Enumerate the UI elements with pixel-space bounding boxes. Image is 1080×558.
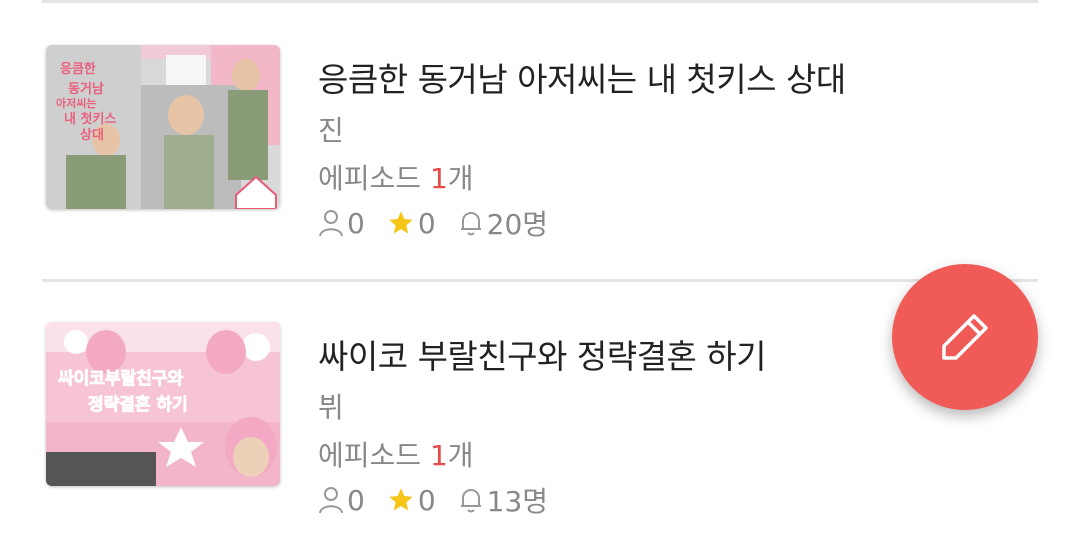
- pencil-icon: [942, 314, 988, 360]
- subscriber-count: 13명: [486, 485, 549, 518]
- subscriber-stat: 20명: [458, 203, 548, 243]
- list-item[interactable]: 응큼한 동거남 아저씨는 내 첫키스 상대 응큼한 동거남 아저씨는 내 첫키스…: [0, 3, 1080, 243]
- cover-text: 응큼한: [60, 61, 96, 77]
- reader-count: 0: [347, 483, 365, 517]
- story-stats: 0 0 13명: [318, 480, 570, 520]
- cover-text: 정략결혼 하기: [88, 394, 188, 415]
- episode-count: 에피소드 1개: [318, 434, 474, 474]
- person-icon: [319, 487, 343, 514]
- author-name: 뷔: [318, 391, 344, 424]
- episode-number: 1: [429, 162, 448, 195]
- reader-count: 0: [347, 206, 365, 240]
- write-fab-button[interactable]: [892, 264, 1038, 410]
- episode-count: 에피소드 1개: [318, 157, 474, 197]
- episode-label: 에피소드: [318, 439, 430, 472]
- reader-stat: 0: [318, 207, 365, 240]
- star-count: 0: [417, 483, 436, 517]
- story-title[interactable]: 응큼한 동거남 아저씨는 내 첫키스 상대: [318, 53, 846, 101]
- episode-number: 1: [429, 439, 448, 472]
- star-stat: 0: [387, 207, 436, 240]
- cover-text: 싸이코부랄친구와: [58, 369, 183, 389]
- story-stats: 0 0 20명: [318, 203, 570, 243]
- subscriber-count: 20명: [486, 208, 549, 241]
- author-name: 진: [318, 114, 344, 147]
- bell-icon: [460, 488, 481, 513]
- bell-icon: [460, 211, 481, 236]
- star-stat: 0: [387, 484, 436, 517]
- reader-stat: 0: [318, 484, 365, 517]
- episode-unit: 개: [447, 162, 474, 195]
- person-icon: [319, 210, 343, 237]
- cover-image: 싸이코부랄친구와 정략결혼 하기: [46, 322, 280, 486]
- cover-text: 동거남: [68, 81, 104, 97]
- cover-text: 아저씨는: [56, 96, 96, 110]
- star-icon: [389, 211, 413, 234]
- star-icon: [389, 488, 413, 511]
- story-title[interactable]: 싸이코 부랄친구와 정략결혼 하기: [318, 330, 767, 378]
- subscriber-stat: 13명: [458, 480, 548, 520]
- episode-unit: 개: [447, 439, 474, 472]
- star-count: 0: [417, 206, 436, 240]
- episode-label: 에피소드: [318, 162, 430, 195]
- cover-image: 응큼한 동거남 아저씨는 내 첫키스 상대: [46, 45, 280, 209]
- cover-text: 상대: [80, 128, 104, 143]
- cover-text: 내 첫키스: [64, 111, 116, 127]
